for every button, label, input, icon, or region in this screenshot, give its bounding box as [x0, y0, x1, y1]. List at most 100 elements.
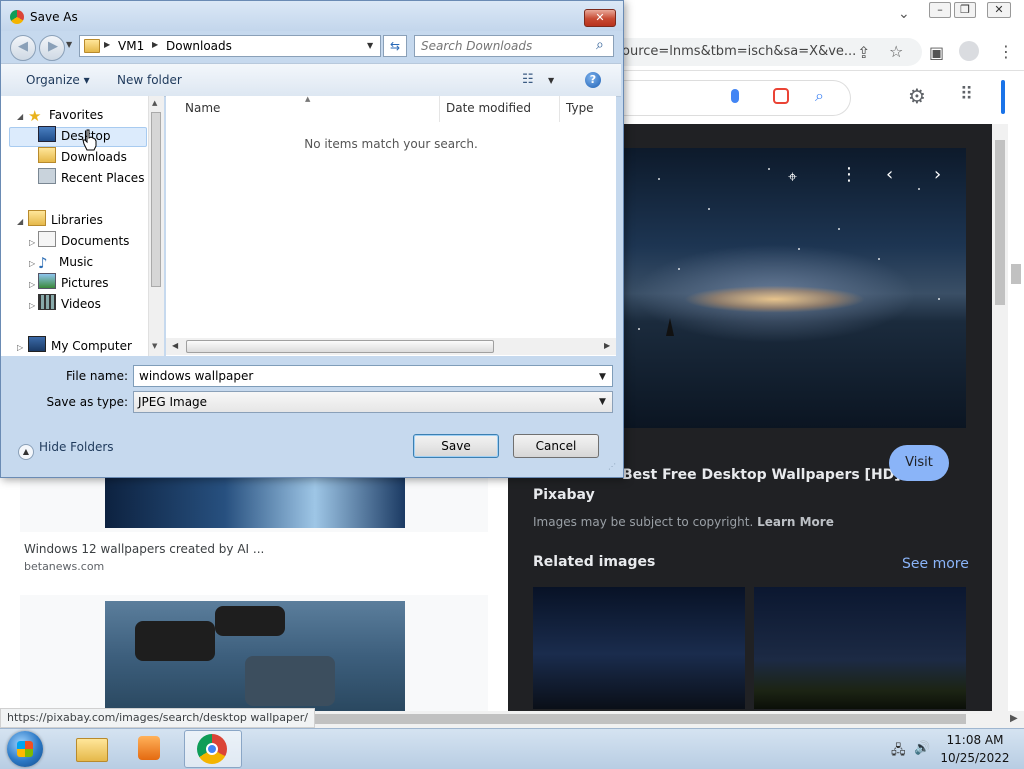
nav-my-computer[interactable]: My Computer: [28, 336, 132, 356]
page-horizontal-scrollbar-thumb[interactable]: [300, 714, 966, 724]
minimize-button[interactable]: –: [929, 2, 951, 18]
side-panel-icon[interactable]: ▣: [929, 43, 944, 62]
hide-folders-toggle[interactable]: ▲ Hide Folders: [18, 440, 114, 460]
nav-scroll-down-icon[interactable]: ▼: [152, 342, 157, 350]
pictures-expand-icon[interactable]: ▷: [29, 280, 35, 289]
videos-expand-icon[interactable]: ▷: [29, 301, 35, 310]
breadcrumb-downloads[interactable]: Downloads: [166, 39, 232, 53]
lens-search-icon[interactable]: [773, 88, 789, 104]
google-search-box[interactable]: [600, 80, 851, 116]
page-scrollbar-thumb[interactable]: [1011, 264, 1021, 284]
result-source: betanews.com: [24, 560, 105, 573]
nav-documents[interactable]: Documents: [38, 231, 129, 251]
voice-search-icon[interactable]: [731, 89, 739, 103]
nav-scroll-up-icon[interactable]: ▲: [152, 99, 157, 107]
preview-scrollbar-thumb[interactable]: [995, 140, 1005, 305]
related-image-thumbnail[interactable]: [533, 587, 745, 709]
clock-date[interactable]: 10/25/2022: [940, 751, 1010, 765]
breadcrumb-separator-icon[interactable]: ▶: [104, 40, 110, 49]
nav-music[interactable]: ♪ Music: [38, 252, 93, 272]
more-options-icon[interactable]: ⋮: [840, 164, 858, 185]
taskbar-explorer-button[interactable]: [64, 730, 120, 766]
cancel-button[interactable]: Cancel: [513, 434, 599, 458]
menu-kebab-icon[interactable]: ⋮: [998, 42, 1014, 61]
music-expand-icon[interactable]: ▷: [29, 259, 35, 268]
address-breadcrumb-bar[interactable]: ▶ VM1 ▶ Downloads ▼: [79, 35, 381, 57]
clock-time[interactable]: 11:08 AM: [940, 733, 1010, 747]
nav-pane-scrollbar-thumb[interactable]: [151, 112, 161, 287]
profile-avatar-icon[interactable]: [959, 41, 979, 61]
refresh-button[interactable]: ⇆: [383, 35, 407, 57]
column-header-date-modified[interactable]: Date modified: [446, 101, 531, 115]
view-options-icon[interactable]: ☷: [522, 72, 534, 87]
address-dropdown-icon[interactable]: ▼: [367, 41, 373, 50]
preview-image[interactable]: [618, 148, 966, 428]
scroll-right-arrow-icon[interactable]: ▶: [1010, 713, 1018, 724]
nav-desktop[interactable]: Desktop: [38, 126, 111, 146]
nav-videos[interactable]: Videos: [38, 294, 101, 314]
see-more-link[interactable]: See more: [902, 556, 969, 572]
save-as-type-dropdown-icon[interactable]: ▼: [599, 397, 606, 407]
search-input[interactable]: [421, 38, 591, 54]
taskbar-chrome-button[interactable]: [184, 730, 242, 768]
settings-gear-icon[interactable]: ⚙: [908, 84, 926, 108]
learn-more-link[interactable]: Learn More: [757, 515, 834, 529]
visit-button[interactable]: Visit: [889, 445, 949, 481]
search-box[interactable]: ⌕: [414, 35, 614, 57]
preview-source[interactable]: Pixabay: [533, 487, 595, 503]
documents-expand-icon[interactable]: ▷: [29, 238, 35, 247]
result-thumbnail[interactable]: [105, 601, 405, 711]
dialog-close-button[interactable]: ✕: [584, 9, 616, 27]
related-image-thumbnail[interactable]: [754, 587, 966, 709]
result-thumbnail[interactable]: [105, 478, 405, 528]
breadcrumb-separator-icon[interactable]: ▶: [152, 40, 158, 49]
volume-icon[interactable]: 🔊: [914, 741, 930, 756]
column-header-type[interactable]: Type: [566, 101, 594, 115]
favorites-expand-icon[interactable]: ◢: [17, 112, 23, 121]
new-folder-button[interactable]: New folder: [117, 73, 182, 87]
save-as-type-select[interactable]: JPEG Image: [133, 391, 613, 413]
nav-favorites[interactable]: ★ Favorites: [28, 105, 103, 125]
page-scrollbar[interactable]: [1008, 124, 1024, 714]
list-scroll-right-icon[interactable]: ▶: [604, 341, 610, 350]
start-button[interactable]: [7, 731, 43, 767]
apps-grid-icon[interactable]: ⠿: [960, 84, 973, 105]
nav-libraries[interactable]: Libraries: [28, 210, 103, 230]
column-divider[interactable]: [559, 96, 560, 122]
view-options-dropdown-icon[interactable]: ▼: [548, 76, 554, 85]
save-button[interactable]: Save: [413, 434, 499, 458]
tab-list-chevron-icon[interactable]: ⌄: [898, 6, 910, 22]
preview-title[interactable]: Best Free Desktop Wallpapers [HD] -: [622, 467, 911, 483]
taskbar-media-player-button[interactable]: [122, 730, 178, 766]
dialog-titlebar[interactable]: [1, 1, 623, 31]
nav-recent-places[interactable]: Recent Places: [38, 168, 144, 188]
list-scroll-left-icon[interactable]: ◀: [172, 341, 178, 350]
column-divider[interactable]: [439, 96, 440, 122]
my-computer-expand-icon[interactable]: ▷: [17, 343, 23, 352]
result-title[interactable]: Windows 12 wallpapers created by AI ...: [24, 542, 264, 556]
help-icon[interactable]: ?: [585, 72, 601, 88]
network-icon[interactable]: 🖧: [891, 741, 906, 763]
search-icon[interactable]: ⌕: [815, 86, 824, 106]
next-image-icon[interactable]: ›: [934, 164, 941, 185]
forward-button[interactable]: ▶: [39, 35, 65, 61]
bookmark-star-icon[interactable]: ☆: [889, 42, 903, 61]
search-icon[interactable]: ⌕: [596, 37, 604, 53]
resize-grip-icon[interactable]: ⋰: [608, 462, 616, 471]
file-list-scrollbar-thumb[interactable]: [186, 340, 494, 353]
share-icon[interactable]: ⇪: [857, 43, 870, 62]
restore-button[interactable]: ❐: [954, 2, 976, 18]
recent-locations-chevron-icon[interactable]: ▼: [66, 40, 72, 49]
prev-image-icon[interactable]: ‹: [886, 164, 893, 185]
breadcrumb-vm1[interactable]: VM1: [118, 39, 144, 53]
nav-pictures[interactable]: Pictures: [38, 273, 109, 293]
close-browser-button[interactable]: ✕: [987, 2, 1011, 18]
organize-menu[interactable]: Organize ▾: [26, 73, 90, 87]
back-button[interactable]: ◀: [10, 35, 36, 61]
file-name-input[interactable]: [133, 365, 613, 387]
address-omnibox[interactable]: ource=lnms&tbm=isch&sa=X&ve...: [600, 38, 922, 66]
lens-icon[interactable]: ⌖: [788, 167, 797, 187]
libraries-expand-icon[interactable]: ◢: [17, 217, 23, 226]
column-header-name[interactable]: Name: [185, 101, 220, 115]
file-name-dropdown-icon[interactable]: ▼: [599, 372, 606, 382]
